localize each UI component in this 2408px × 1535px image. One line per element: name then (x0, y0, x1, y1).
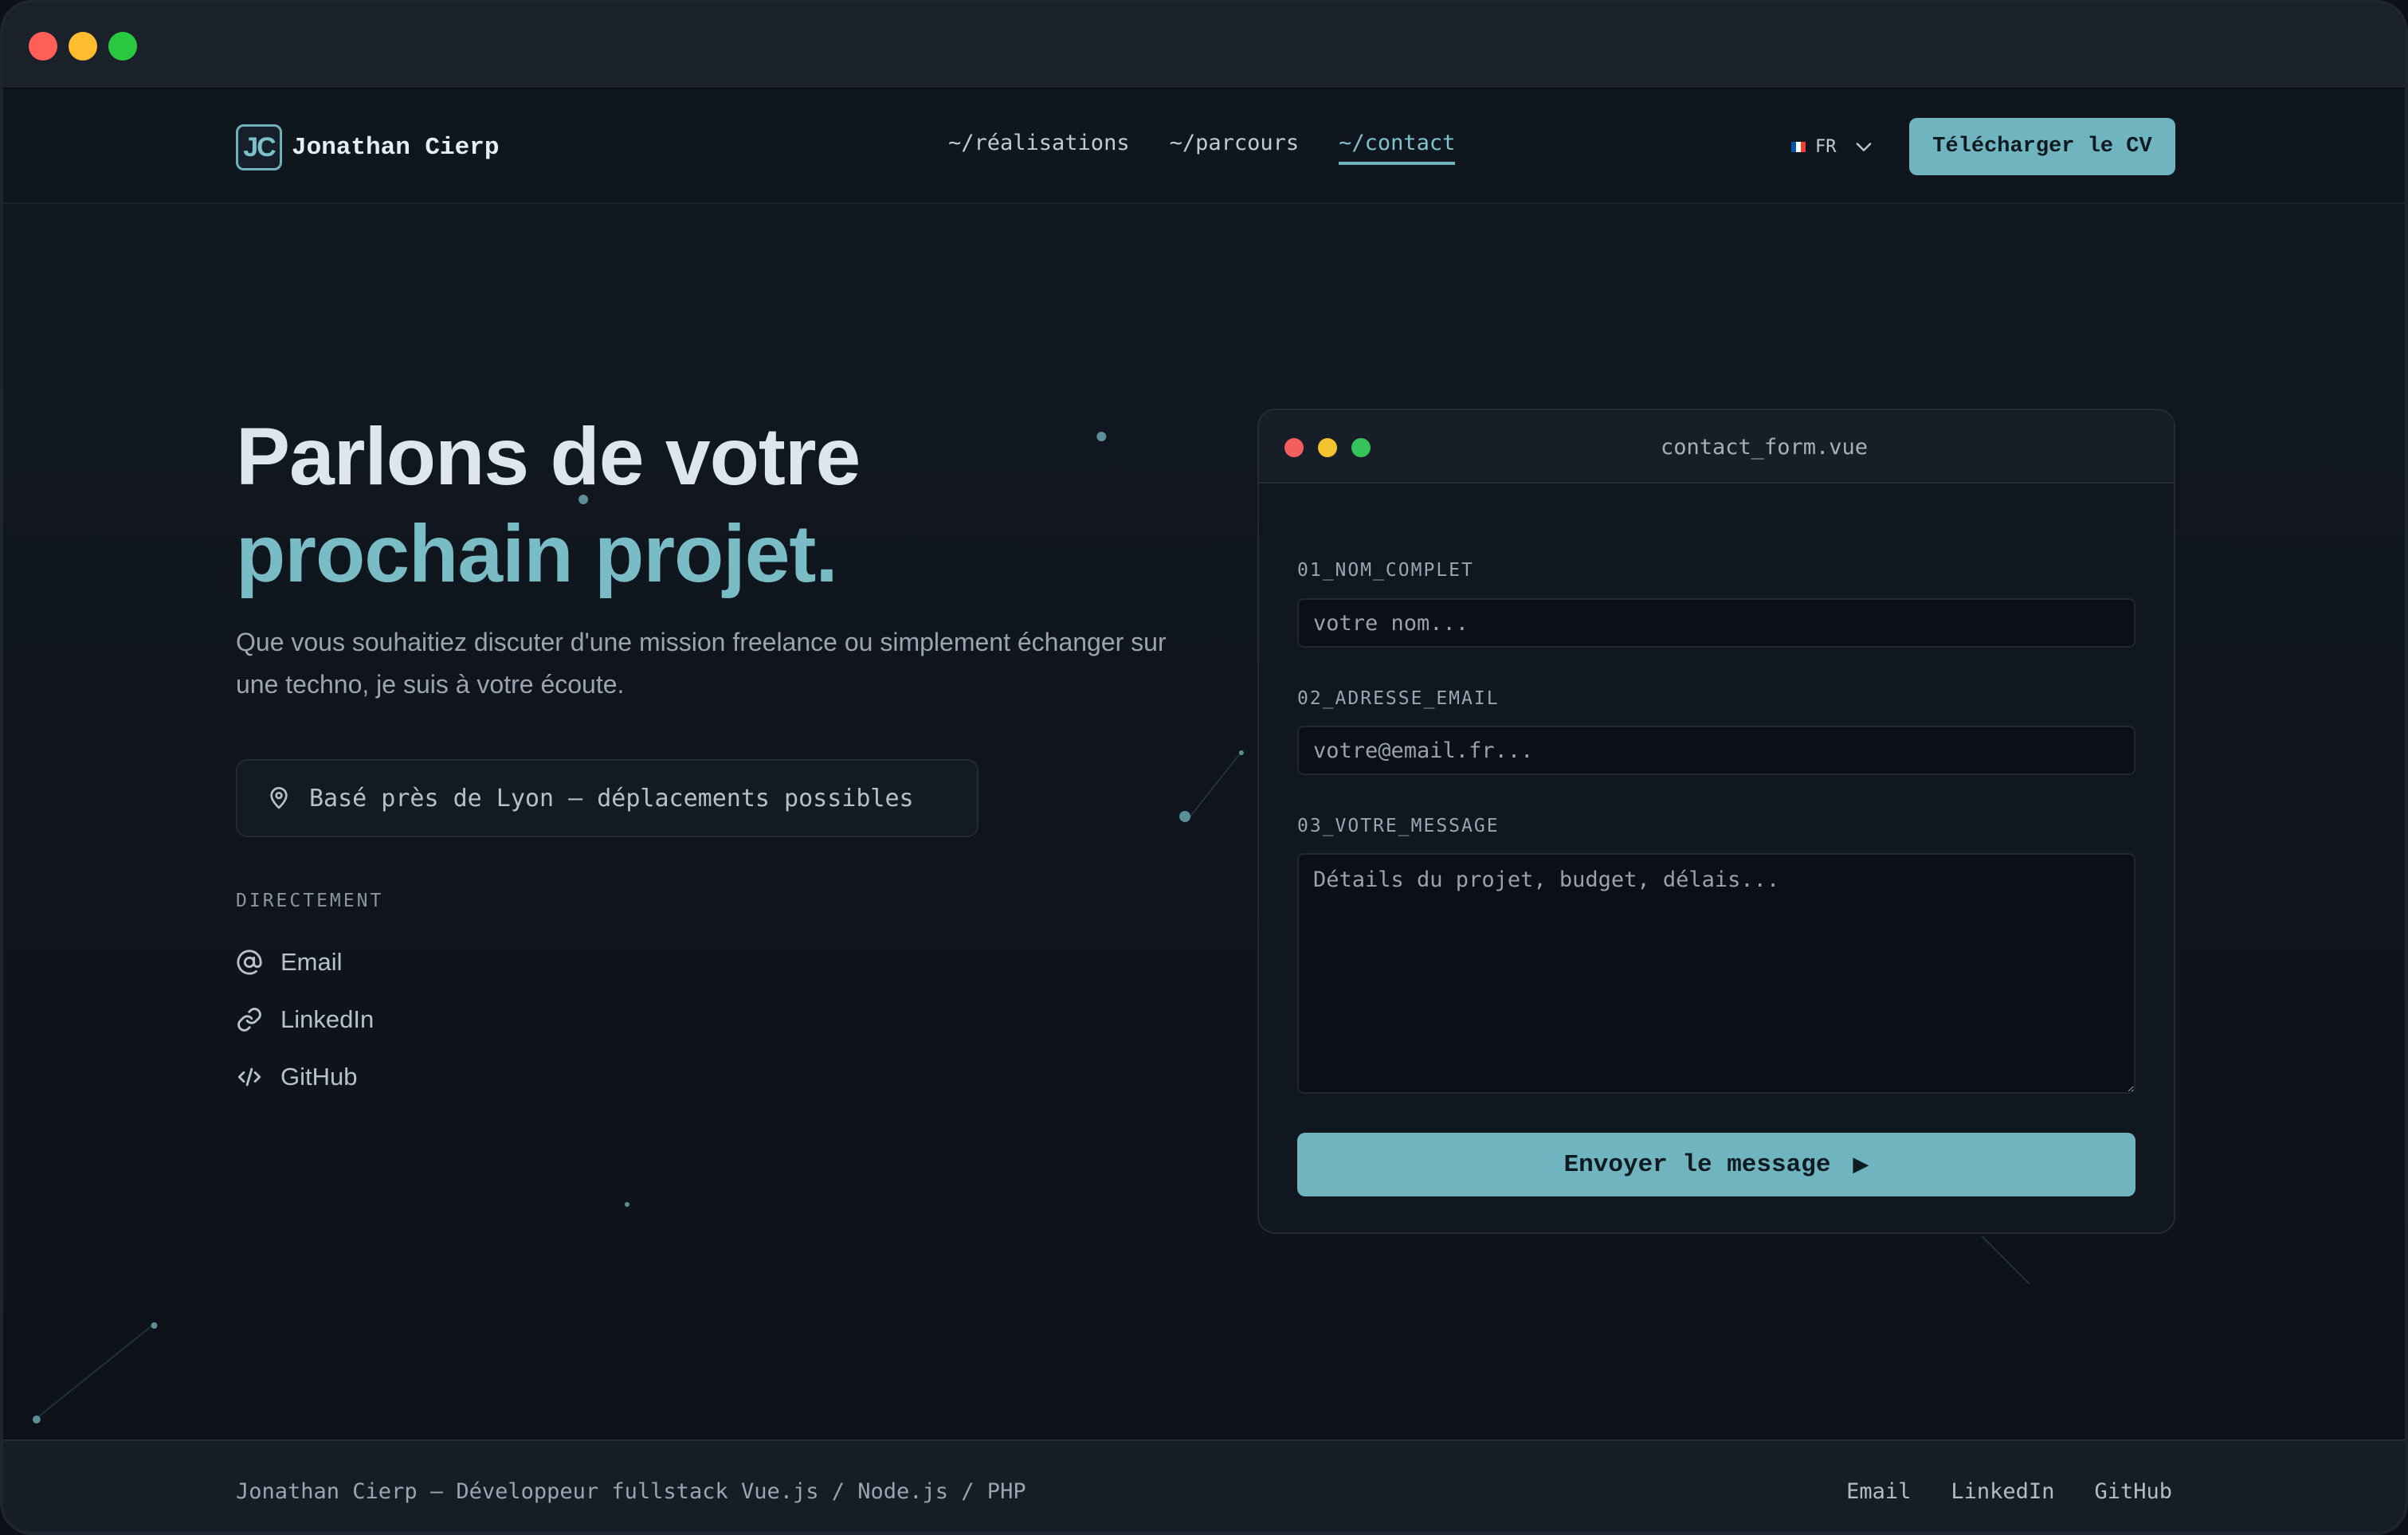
direct-linkedin-link[interactable]: LinkedIn (236, 991, 374, 1048)
hero-subtitle: Que vous souhaitiez discuter d'une missi… (236, 628, 1167, 699)
hero-title-line2: prochain projet. (236, 508, 838, 599)
footer-github-link[interactable]: GitHub (2094, 1479, 2172, 1504)
contact-form-window: contact_form.vue 01_NOM_COMPLET 02_ADRES… (1257, 409, 2175, 1234)
maximize-window-button[interactable] (108, 32, 137, 61)
direct-github-label: GitHub (280, 1063, 358, 1091)
direct-contact-list: Email LinkedIn GitHub (236, 934, 374, 1106)
nav-parcours[interactable]: ~/parcours (1170, 131, 1300, 165)
email-field-label: 02_ADRESSE_EMAIL (1297, 688, 1500, 709)
download-cv-button[interactable]: Télécharger le CV (1909, 118, 2175, 175)
brand-name: Jonathan Cierp (292, 133, 500, 162)
message-textarea[interactable] (1297, 853, 2135, 1094)
at-icon (237, 950, 262, 975)
email-input[interactable] (1297, 726, 2135, 775)
language-code: FR (1815, 136, 1837, 157)
name-input[interactable] (1297, 598, 2135, 648)
chevron-down-icon (1856, 143, 1871, 151)
minimize-window-button[interactable] (69, 32, 97, 61)
language-selector[interactable]: FR (1791, 135, 1875, 158)
map-pin-icon (270, 787, 288, 809)
form-filename: contact_form.vue (1660, 434, 1869, 460)
direct-email-label: Email (280, 948, 343, 976)
form-window-titlebar: contact_form.vue (1259, 410, 2174, 484)
fr-flag-icon (1791, 141, 1806, 152)
footer-email-link[interactable]: Email (1846, 1479, 1911, 1504)
direct-linkedin-label: LinkedIn (280, 1005, 375, 1033)
code-icon (237, 1067, 261, 1087)
location-text: Basé près de Lyon — déplacements possibl… (309, 784, 914, 813)
close-window-button[interactable] (29, 32, 57, 61)
hero-title-line1: Parlons de votre (236, 411, 861, 502)
location-card: Basé près de Lyon — déplacements possibl… (236, 759, 978, 837)
send-message-button[interactable]: Envoyer le message ▶ (1297, 1133, 2135, 1196)
link-icon (237, 1008, 261, 1032)
main-nav: ~/réalisations ~/parcours ~/contact (948, 131, 1456, 165)
hero-title: Parlons de votre prochain projet. (236, 408, 1192, 602)
play-icon: ▶ (1853, 1153, 1869, 1177)
footer-linkedin-link[interactable]: LinkedIn (1951, 1479, 2054, 1504)
direct-contact-title: DIRECTEMENT (236, 891, 384, 911)
direct-email-link[interactable]: Email (236, 934, 374, 991)
name-field-label: 01_NOM_COMPLET (1297, 560, 1474, 581)
brand-logo: JC (236, 124, 282, 170)
footer-links: Email LinkedIn GitHub (1846, 1479, 2172, 1504)
nav-realisations[interactable]: ~/réalisations (948, 131, 1130, 165)
brand[interactable]: JC Jonathan Cierp (236, 124, 499, 170)
browser-window: JC Jonathan Cierp ~/réalisations ~/parco… (0, 0, 2408, 1535)
footer-tagline: Jonathan Cierp — Développeur fullstack V… (236, 1479, 1026, 1504)
window-titlebar (3, 3, 2405, 89)
send-message-label: Envoyer le message (1563, 1150, 1831, 1179)
nav-contact[interactable]: ~/contact (1339, 131, 1456, 165)
direct-github-link[interactable]: GitHub (236, 1048, 374, 1106)
message-field-label: 03_VOTRE_MESSAGE (1297, 816, 1500, 836)
footer: Jonathan Cierp — Développeur fullstack V… (3, 1439, 2405, 1532)
